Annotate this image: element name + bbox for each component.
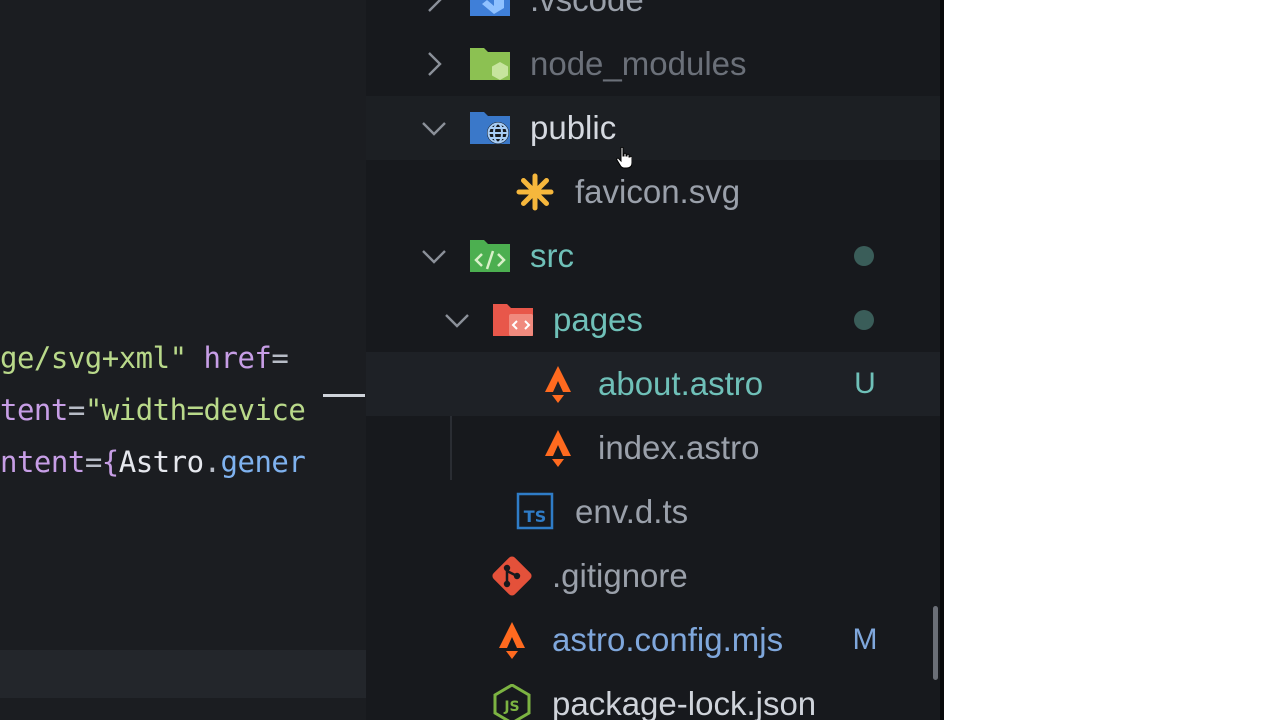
svg-file-icon [513,172,557,212]
git-file-icon [490,556,534,596]
astro-file-icon [490,620,534,660]
code-token: = [84,445,102,479]
tree-file-row[interactable]: .gitignore [366,544,940,608]
tree-file-row[interactable]: about.astro U [366,352,940,416]
code-token: "width=device [84,393,306,427]
tree-folder-row[interactable]: pages [366,288,940,352]
code-token: ntent [0,445,85,479]
tree-item-label: about.astro [598,365,764,402]
node-folder-icon [468,44,512,84]
public-folder-icon [468,108,512,148]
code-token: . [203,445,221,479]
tree-item-label: src [530,237,574,274]
tree-item-label: index.astro [598,429,760,466]
code-line[interactable]: ntent={Astro.gener [0,440,306,484]
chevron-down-icon[interactable] [441,304,473,336]
chevron-right-icon[interactable] [418,48,450,80]
current-line-highlight [0,650,366,698]
tree-folder-row[interactable]: node_modules [366,32,940,96]
tree-item-label: favicon.svg [575,173,741,210]
blank-area [944,0,1280,720]
chevron-right-icon[interactable] [418,0,450,16]
pages-folder-icon [491,300,535,340]
chevron-down-icon[interactable] [418,112,450,144]
tree-folder-row[interactable]: public [366,96,940,160]
tree-item-label: package-lock.json [552,685,817,720]
tree-item-label: pages [553,301,643,338]
code-token: ge/svg+xml" [0,341,187,375]
code-line[interactable]: ge/svg+xml" href= [0,336,289,380]
svg-text:JS: JS [503,699,519,715]
vscode-folder-icon [468,0,512,20]
modified-dot-badge [854,310,874,330]
code-token: Astro [118,445,204,479]
tree-item-label: astro.config.mjs [552,621,784,658]
code-token: = [67,393,85,427]
code-token: href [203,341,272,375]
code-token: { [101,445,119,479]
code-line[interactable]: tent="width=device [0,388,306,432]
code-editor[interactable]: ge/svg+xml" href= tent="width=device nte… [0,0,366,720]
tree-file-row[interactable]: favicon.svg [366,160,940,224]
text-selection-marker [323,394,365,397]
code-token: = [271,341,289,375]
tree-item-label: .vscode [530,0,644,32]
src-folder-icon [468,236,512,276]
astro-file-icon [536,428,580,468]
code-token: gener [220,445,306,479]
svg-text:TS: TS [524,507,546,526]
tree-folder-row[interactable]: src [366,224,940,288]
git-status-badge: U [854,367,876,400]
tree-item-label: node_modules [530,45,747,82]
tree-item-label: .gitignore [552,557,688,594]
tree-file-row[interactable]: JS package-lock.json [366,672,940,720]
tree-folder-row[interactable]: .vscode [366,0,940,32]
tree-file-row[interactable]: index.astro [366,416,940,480]
typescript-file-icon: TS [513,492,557,532]
explorer-scrollbar[interactable] [933,606,938,680]
code-token: tent [0,393,68,427]
tree-file-row[interactable]: astro.config.mjs M [366,608,940,672]
tree-file-row[interactable]: TS env.d.ts [366,480,940,544]
file-explorer[interactable]: .vscode node_modulespublic favicon.svgsrc p… [366,0,940,720]
tree-item-label: public [530,109,617,146]
git-status-badge: M [852,623,878,656]
mouse-pointer-icon [616,147,632,169]
astro-file-icon [536,364,580,404]
modified-dot-badge [854,246,874,266]
nodejs-file-icon: JS [490,684,534,720]
chevron-down-icon[interactable] [418,240,450,272]
tree-item-label: env.d.ts [575,493,689,530]
